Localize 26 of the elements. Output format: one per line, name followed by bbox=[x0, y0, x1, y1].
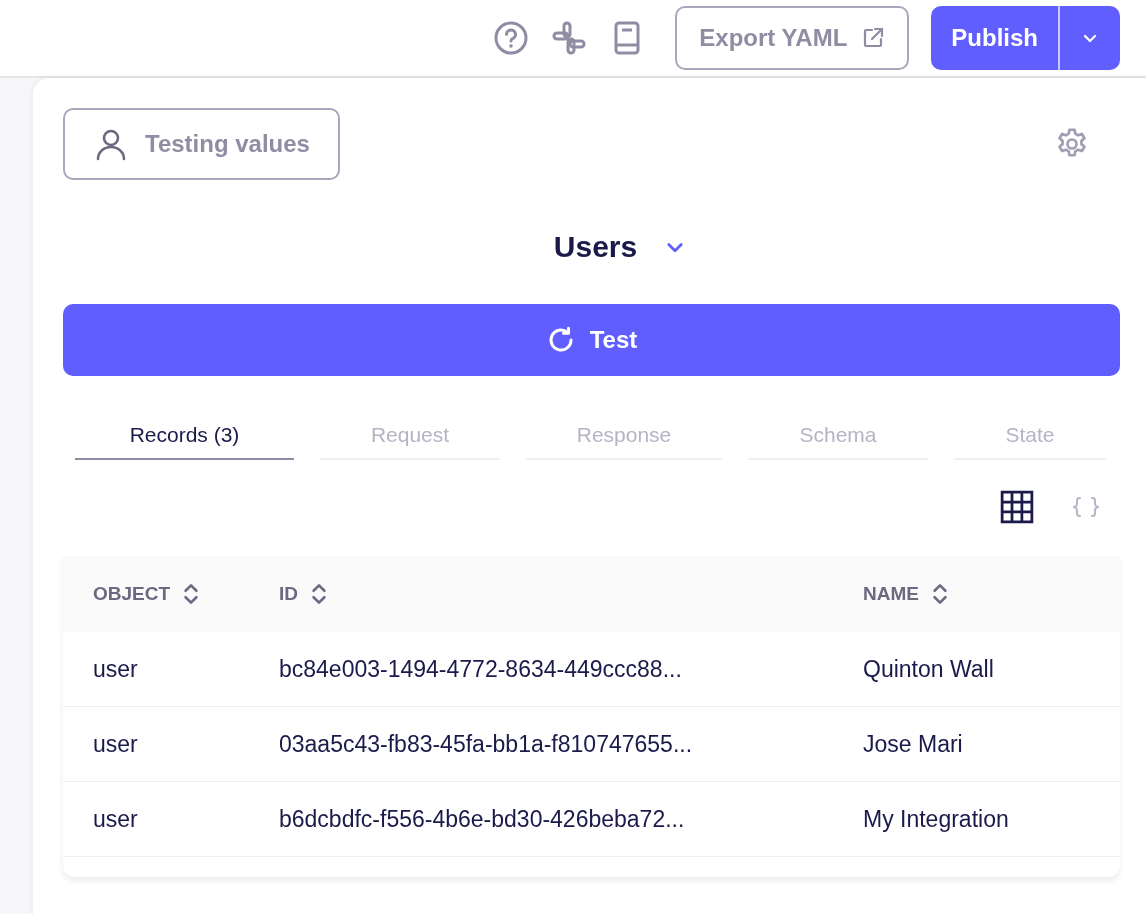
table-cell: user bbox=[93, 805, 138, 832]
braces-icon[interactable] bbox=[1072, 495, 1100, 519]
test-button[interactable]: Test bbox=[63, 304, 1120, 376]
column-header[interactable]: OBJECT bbox=[93, 581, 279, 607]
help-icon[interactable] bbox=[493, 20, 530, 56]
table-cell: 03aa5c43-fb83-45fa-bb1a-f810747655... bbox=[279, 730, 693, 757]
publish-menu-button[interactable] bbox=[1060, 6, 1120, 70]
publish-button[interactable]: Publish bbox=[931, 6, 1060, 70]
sort-icon bbox=[930, 581, 949, 607]
table-cell: Jose Mari bbox=[863, 730, 963, 757]
grid-icon[interactable] bbox=[1000, 490, 1034, 524]
table-cell: b6dcbdfc-f556-4b6e-bd30-426beba72... bbox=[279, 805, 685, 832]
export-yaml-button[interactable]: Export YAML bbox=[675, 6, 910, 70]
table-cell: Quinton Wall bbox=[863, 655, 994, 682]
stream-title[interactable]: Users bbox=[553, 230, 638, 264]
sort-icon bbox=[310, 581, 328, 607]
external-link-icon bbox=[861, 26, 886, 50]
table-cell: user bbox=[93, 655, 138, 682]
tab[interactable]: Records (3) bbox=[75, 412, 294, 460]
table-cell: user bbox=[93, 730, 138, 757]
column-header[interactable]: ID bbox=[279, 581, 863, 607]
column-header[interactable]: NAME bbox=[863, 581, 1120, 607]
testing-values-button[interactable]: Testing values bbox=[63, 108, 340, 180]
table-cell: bc84e003-1494-4772-8634-449ccc88... bbox=[279, 655, 682, 682]
sort-icon bbox=[182, 581, 201, 607]
table-cell: My Integration bbox=[863, 805, 1009, 832]
